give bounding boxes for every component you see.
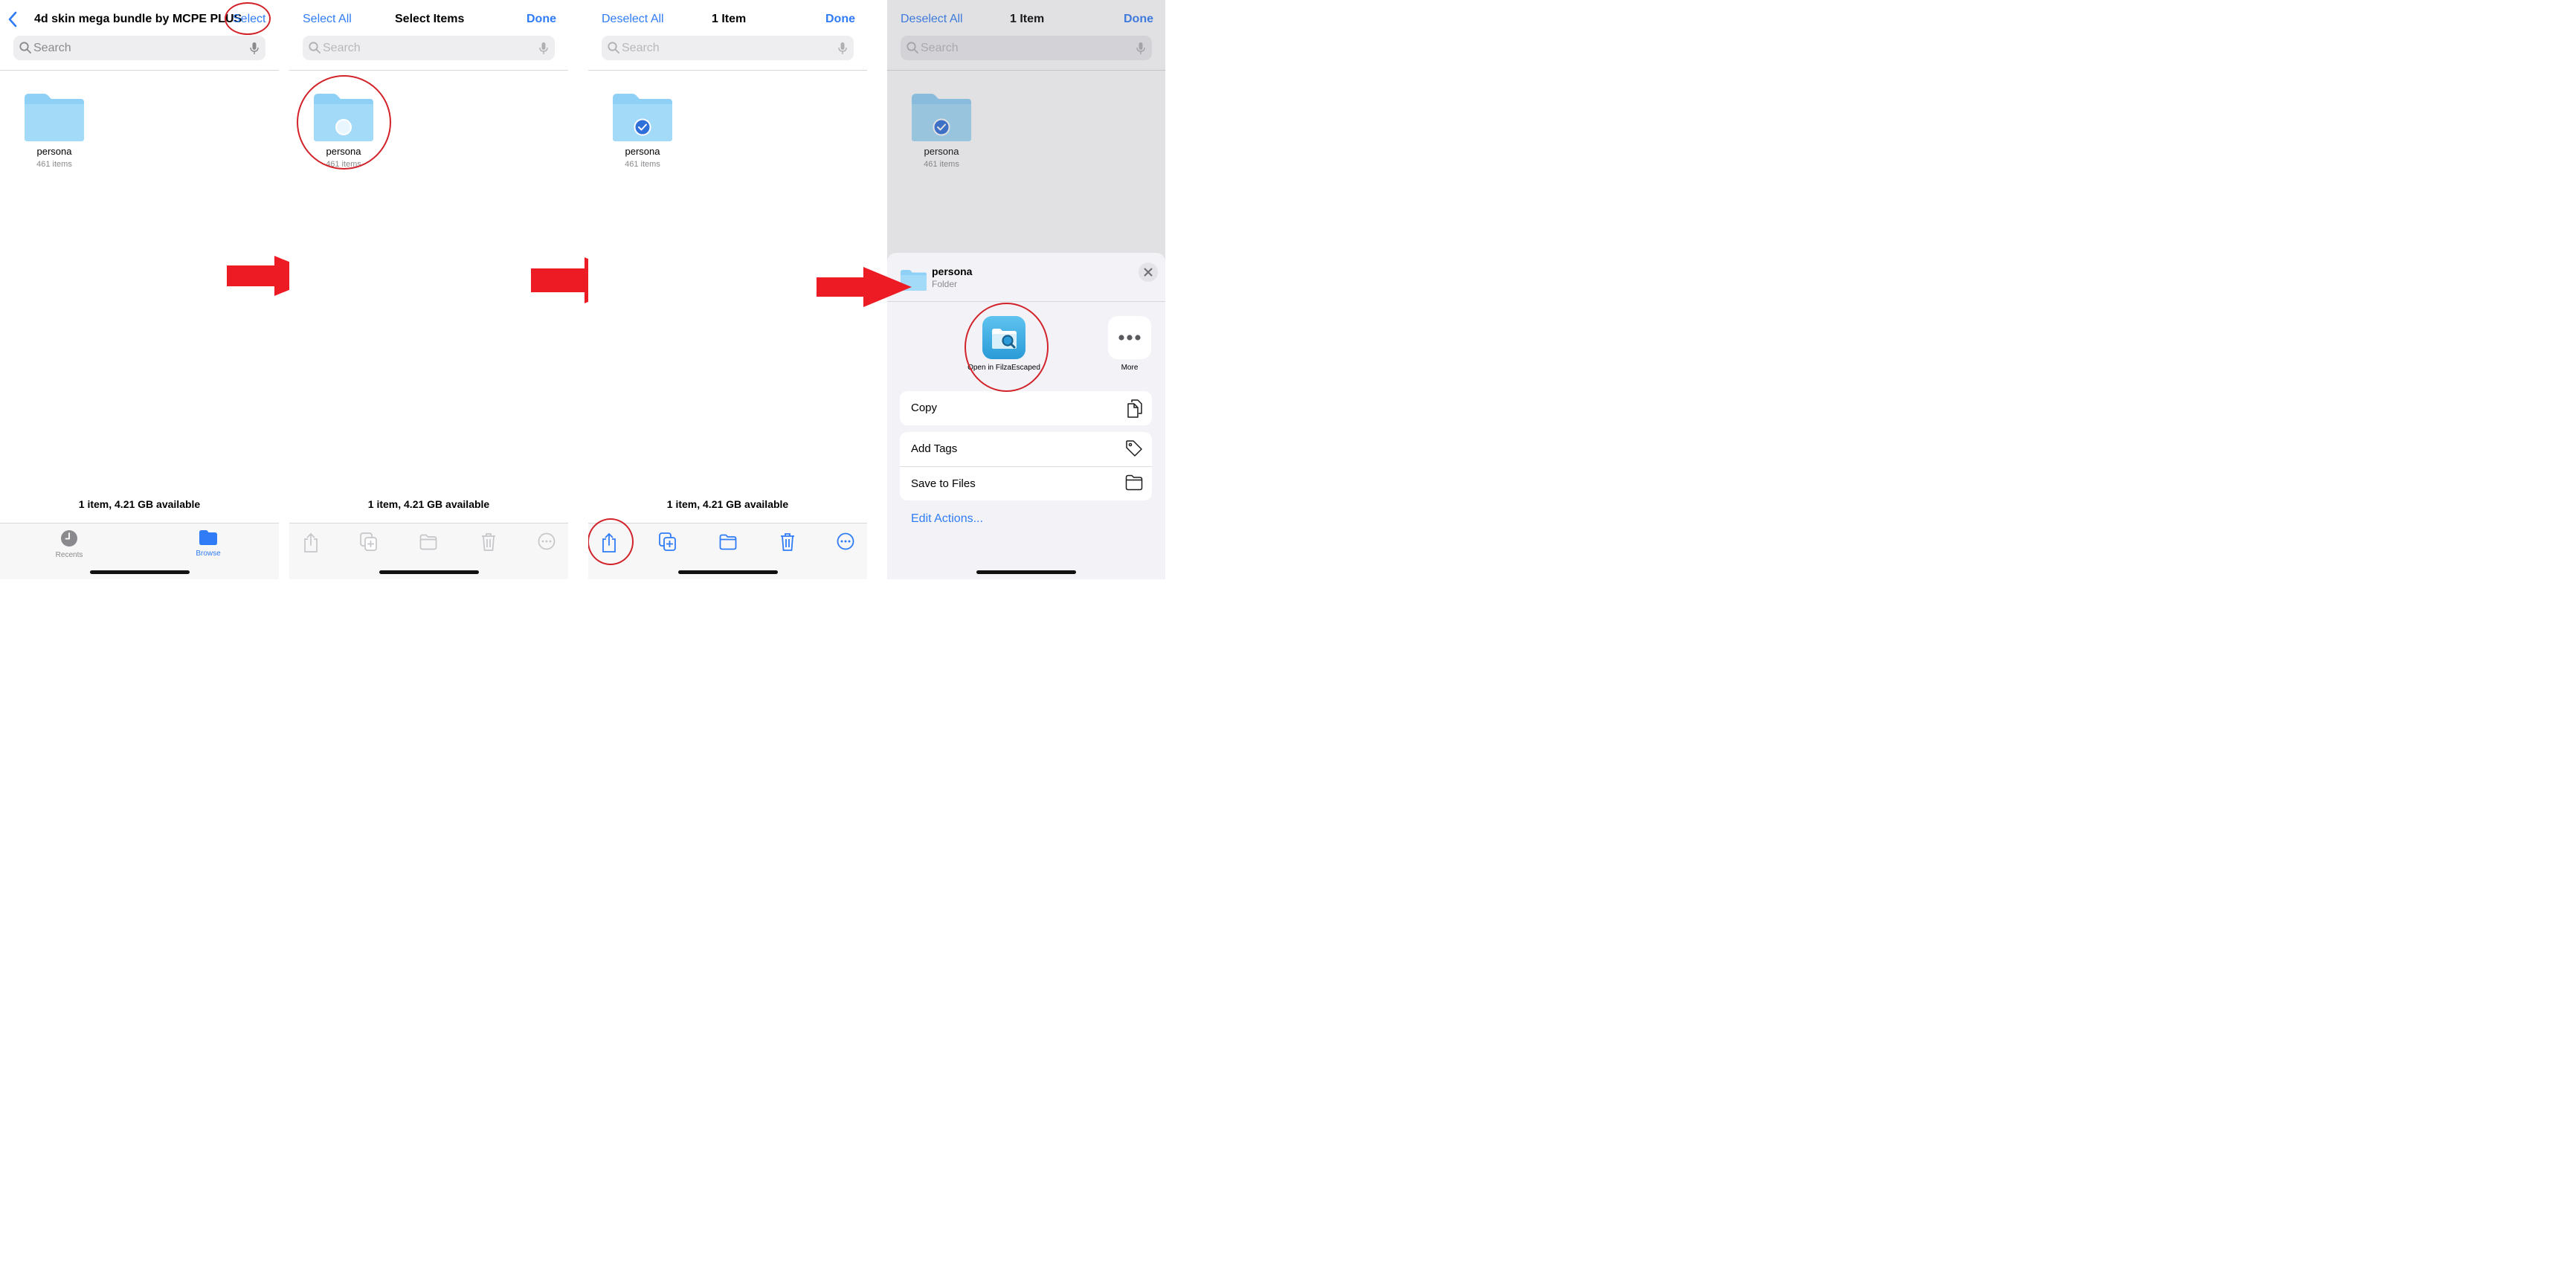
annotation-circle [225,2,271,35]
panel-share-sheet: Deselect All 1 Item Done Search persona … [887,0,1165,579]
done-button[interactable]: Done [825,13,855,26]
storage-status: 1 item, 4.21 GB available [78,498,201,510]
microphone-icon [539,42,548,59]
more-icon[interactable] [837,532,854,554]
move-folder-icon [419,534,437,554]
home-indicator [677,570,778,574]
search-placeholder: Search [622,42,660,54]
app-label: More [1121,364,1139,372]
annotation-circle [588,518,634,565]
shared-item-kind: Folder [932,279,958,289]
search-icon [309,42,321,57]
action-label: Add Tags [911,442,958,455]
action-label: Save to Files [911,477,976,490]
tab-browse-label: Browse [196,550,221,558]
storage-status: 1 item, 4.21 GB available [666,498,789,510]
folder-icon [199,530,217,545]
copy-icon [1127,399,1143,421]
tab-browse[interactable]: Browse [178,529,238,558]
deselect-all-button[interactable]: Deselect All [602,13,664,26]
nav-title: 1 Item [712,13,747,25]
panel-select-items: Select All Select Items Done Search pers… [289,0,568,579]
select-all-button[interactable]: Select All [303,13,352,26]
home-indicator [89,570,190,574]
duplicate-icon[interactable] [659,532,677,555]
close-icon [1144,268,1153,277]
navigation-bar: Select All Select Items Done [289,0,568,40]
folder-name: persona [625,146,660,157]
search-placeholder: Search [33,42,71,54]
clock-icon [61,530,77,547]
microphone-icon [838,42,847,59]
folder-item-count: 461 items [625,160,660,169]
done-button[interactable]: Done [527,13,556,26]
annotation-circle [965,303,1049,392]
tab-recents[interactable]: Recents [39,529,99,559]
trash-icon [481,532,496,555]
search-icon [608,42,619,57]
ellipsis-icon [1108,316,1151,359]
tag-icon [1125,439,1143,460]
search-field: Search [602,36,854,60]
home-indicator [976,570,1076,574]
folder-item-count: 461 items [36,160,72,169]
actions-group-2: Add Tags Save to Files [900,432,1152,500]
search-icon [19,42,31,57]
action-save-to-files[interactable]: Save to Files [900,466,1152,500]
home-indicator [379,570,479,574]
edit-actions-link[interactable]: Edit Actions... [911,512,983,526]
navigation-bar: Deselect All 1 Item Done [588,0,867,40]
nav-title: Select Items [395,13,465,25]
share-sheet-header: persona Folder [887,253,1165,302]
share-sheet: persona Folder Open in FilzaEscaped More… [887,253,1165,579]
red-arrow-icon [817,267,912,307]
back-chevron-icon[interactable] [6,10,21,32]
search-field: Search [303,36,555,60]
folder-name: persona [36,146,72,157]
action-copy[interactable]: Copy [900,391,1152,425]
actions-group-1: Copy [900,391,1152,425]
folder-icon[interactable] [611,92,674,143]
action-add-tags[interactable]: Add Tags [900,432,1152,466]
more-icon [538,532,556,554]
trash-icon[interactable] [780,532,795,555]
duplicate-icon [360,532,378,555]
microphone-icon[interactable] [250,42,259,59]
folder-icon[interactable] [23,92,86,143]
tab-recents-label: Recents [55,551,83,559]
shared-item-name: persona [932,265,973,277]
move-folder-icon[interactable] [719,534,737,554]
app-more[interactable]: More [1092,316,1165,373]
action-label: Copy [911,402,938,414]
annotation-circle [297,75,391,170]
close-button[interactable] [1139,262,1158,282]
share-icon [303,532,319,557]
folder-title: 4d skin mega bundle by MCPE PLUS [34,13,242,25]
storage-status: 1 item, 4.21 GB available [367,498,490,510]
folder-outline-icon [1125,474,1143,494]
search-field[interactable]: Search [13,36,265,60]
search-placeholder: Search [323,42,361,54]
divider [289,70,568,71]
divider [0,70,279,71]
divider [588,70,867,71]
